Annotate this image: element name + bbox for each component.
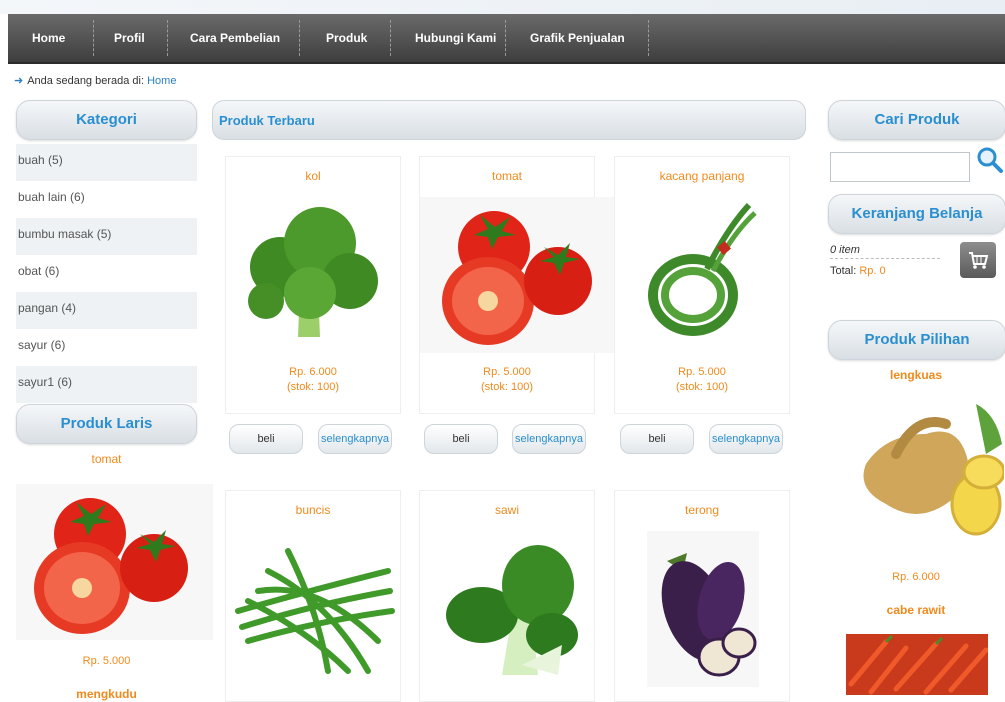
breadcrumb-home-link[interactable]: Home: [147, 75, 176, 87]
keranjang-belanja-header: Keranjang Belanja: [828, 194, 1005, 234]
nav-hubungi-kami[interactable]: Hubungi Kami: [415, 14, 496, 62]
breadcrumb-prefix: Anda sedang berada di:: [27, 75, 145, 87]
nav-separator: [299, 20, 300, 56]
product-card: terong: [614, 490, 790, 702]
nav-produk[interactable]: Produk: [326, 14, 367, 62]
category-item[interactable]: buah (5): [16, 144, 197, 181]
product-card: sawi: [419, 490, 595, 702]
pilihan-next-product-image[interactable]: [846, 634, 988, 695]
nav-separator: [93, 20, 94, 56]
product-price-block: Rp. 5.000 (stok: 100): [615, 365, 789, 395]
product-card: buncis: [225, 490, 401, 702]
laris-product-name[interactable]: tomat: [16, 452, 197, 466]
pilihan-next-product-name[interactable]: cabe rawit: [828, 603, 1004, 617]
nav-cara-pembelian[interactable]: Cara Pembelian: [190, 14, 280, 62]
pilihan-product-image[interactable]: [846, 394, 1005, 557]
produk-terbaru-header: Produk Terbaru: [212, 100, 806, 140]
product-card: tomat Rp. 5.000 (stok: 100): [419, 156, 616, 414]
nav-separator: [167, 20, 168, 56]
buy-button[interactable]: beli: [229, 424, 303, 454]
product-price: Rp. 6.000: [289, 366, 337, 378]
search-input[interactable]: [830, 152, 970, 182]
detail-button[interactable]: selengkapnya: [709, 424, 783, 454]
category-item[interactable]: pangan (4): [16, 292, 197, 329]
buy-button[interactable]: beli: [424, 424, 498, 454]
kategori-header: Kategori: [16, 100, 197, 140]
product-name[interactable]: kol: [226, 169, 400, 185]
cart-summary: 0 item Total: Rp. 0: [830, 244, 940, 277]
category-item[interactable]: sayur (6): [16, 329, 197, 366]
laris-next-product-name[interactable]: mengkudu: [16, 687, 197, 701]
product-name[interactable]: buncis: [226, 503, 400, 519]
product-image-tomat[interactable]: [420, 197, 616, 353]
produk-pilihan-header: Produk Pilihan: [828, 320, 1005, 360]
search-icon[interactable]: [976, 146, 1004, 174]
product-price-block: Rp. 5.000 (stok: 100): [420, 365, 594, 395]
pilihan-product-price: Rp. 6.000: [892, 571, 940, 583]
cart-total-label: Total:: [830, 265, 857, 277]
detail-button[interactable]: selengkapnya: [512, 424, 586, 454]
product-name[interactable]: sawi: [420, 503, 594, 519]
pilihan-product-name[interactable]: lengkuas: [828, 368, 1004, 382]
product-card: kol Rp. 6.000 (stok: 100): [225, 156, 401, 414]
buy-button[interactable]: beli: [620, 424, 694, 454]
nav-grafik-penjualan[interactable]: Grafik Penjualan: [530, 14, 625, 62]
product-price-block: Rp. 6.000 (stok: 100): [226, 365, 400, 395]
category-item[interactable]: sayur1 (6): [16, 366, 197, 403]
product-image-terong[interactable]: [647, 531, 759, 687]
nav-separator: [648, 20, 649, 56]
product-image-kol[interactable]: [240, 197, 386, 350]
category-item[interactable]: obat (6): [16, 255, 197, 292]
cart-item-count: 0 item: [830, 244, 940, 259]
top-strip: [0, 0, 1005, 14]
product-name[interactable]: tomat: [420, 169, 594, 185]
cart-total-value: Rp. 0: [859, 265, 886, 277]
product-image-buncis[interactable]: [228, 531, 398, 684]
category-item[interactable]: buah lain (6): [16, 181, 197, 218]
product-stock: (stok: 100): [287, 381, 339, 393]
product-image-sawi[interactable]: [442, 535, 582, 688]
breadcrumb: ➜ Anda sedang berada di: Home: [14, 74, 176, 87]
nav-profil[interactable]: Profil: [114, 14, 145, 62]
product-card: kacang panjang Rp. 5.000 (stok: 100): [614, 156, 790, 414]
nav-separator: [390, 20, 391, 56]
laris-product-image[interactable]: [16, 484, 213, 640]
product-price: Rp. 5.000: [483, 366, 531, 378]
cart-total-row: Total: Rp. 0: [830, 265, 940, 277]
product-stock: (stok: 100): [481, 381, 533, 393]
main-navbar: Home Profil Cara Pembelian Produk Hubung…: [8, 14, 1005, 64]
product-name[interactable]: kacang panjang: [615, 169, 789, 185]
nav-home[interactable]: Home: [32, 14, 65, 62]
cari-produk-header: Cari Produk: [828, 100, 1005, 140]
product-price: Rp. 5.000: [678, 366, 726, 378]
arrow-icon: ➜: [14, 75, 24, 87]
category-list: buah (5) buah lain (6) bumbu masak (5) o…: [16, 144, 197, 403]
nav-separator: [505, 20, 506, 56]
product-image-kacang-panjang[interactable]: [637, 199, 767, 352]
produk-laris-header: Produk Laris: [16, 404, 197, 444]
product-stock: (stok: 100): [676, 381, 728, 393]
category-item[interactable]: bumbu masak (5): [16, 218, 197, 255]
detail-button[interactable]: selengkapnya: [318, 424, 392, 454]
cart-icon[interactable]: [960, 242, 996, 278]
laris-product-price: Rp. 5.000: [82, 655, 131, 667]
product-name[interactable]: terong: [615, 503, 789, 519]
